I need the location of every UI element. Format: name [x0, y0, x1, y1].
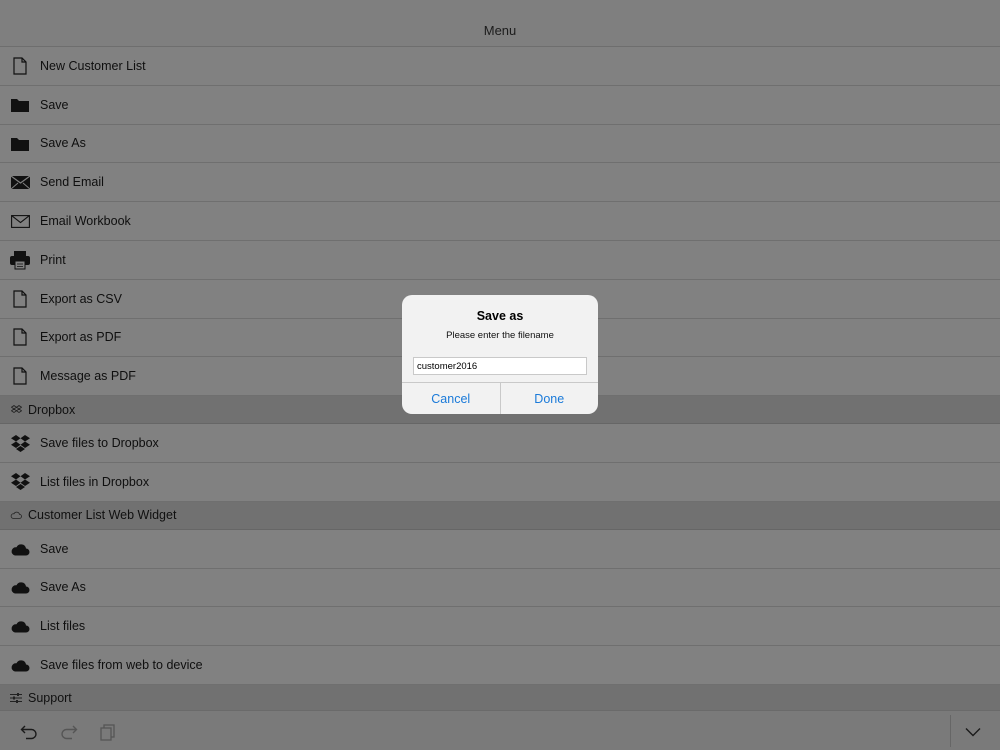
- menu-item-label: New Customer List: [40, 58, 146, 73]
- menu-item-label: Save As: [40, 136, 86, 151]
- menu-item-web-list-files[interactable]: List files: [0, 607, 1000, 647]
- menu-item-label: Print: [40, 252, 66, 267]
- menu-item-label: Save: [40, 97, 69, 112]
- chevron-down-icon[interactable]: [962, 721, 984, 743]
- menu-item-label: Message as PDF: [40, 369, 136, 384]
- menu-item-save-as[interactable]: Save As: [0, 124, 1000, 164]
- menu-item-label: Email Workbook: [40, 214, 131, 229]
- menu-item-email-workbook[interactable]: Email Workbook: [0, 202, 1000, 241]
- folder-icon: [10, 95, 30, 115]
- menu-item-send-email[interactable]: Send Email: [0, 163, 1000, 203]
- section-title: Dropbox: [28, 402, 76, 417]
- dropbox-icon: [10, 404, 22, 416]
- section-title: Support: [28, 691, 72, 706]
- menu-item-list-dropbox[interactable]: List files in Dropbox: [0, 462, 1000, 502]
- menu-item-label: Export as CSV: [40, 291, 122, 306]
- save-as-dialog: Save as Please enter the filename Cancel…: [402, 295, 598, 414]
- filename-input[interactable]: [413, 357, 587, 375]
- dropbox-icon: [10, 472, 30, 492]
- done-button[interactable]: Done: [499, 383, 599, 414]
- dialog-actions: Cancel Done: [402, 382, 598, 414]
- bottom-toolbar: [0, 710, 1000, 750]
- sliders-icon: [10, 692, 22, 704]
- cloud-icon: [10, 577, 30, 597]
- menu-item-web-save-to-device[interactable]: Save files from web to device: [0, 646, 1000, 685]
- menu-item-label: Save files from web to device: [40, 658, 203, 673]
- cloud-icon: [10, 539, 30, 559]
- menu-item-label: Export as PDF: [40, 330, 122, 345]
- menu-item-web-save[interactable]: Save: [0, 529, 1000, 569]
- redo-icon[interactable]: [58, 721, 80, 743]
- menu-item-label: Save files to Dropbox: [40, 436, 159, 451]
- document-icon: [10, 289, 30, 309]
- dialog-title: Save as: [476, 309, 524, 323]
- cloud-icon: [10, 616, 30, 636]
- menu-item-label: List files in Dropbox: [40, 474, 150, 489]
- cancel-button[interactable]: Cancel: [402, 383, 500, 414]
- menu-item-save[interactable]: Save: [0, 85, 1000, 125]
- page-title: Menu: [483, 22, 517, 38]
- section-title: Customer List Web Widget: [28, 508, 177, 523]
- menu-item-label: Save: [40, 541, 69, 556]
- section-header-web-widget: Customer List Web Widget: [0, 501, 1000, 530]
- navigation-header: Menu: [0, 0, 1000, 47]
- envelope-outline-icon: [10, 211, 30, 231]
- toolbar-divider: [950, 715, 951, 747]
- cloud-outline-icon: [10, 509, 22, 521]
- document-icon: [10, 327, 30, 347]
- dialog-message: Please enter the filename: [446, 330, 554, 341]
- envelope-filled-icon: [10, 172, 30, 192]
- menu-item-label: Send Email: [40, 175, 104, 190]
- copy-icon[interactable]: [97, 721, 119, 743]
- menu-item-new-customer-list[interactable]: New Customer List: [0, 47, 1000, 86]
- menu-item-label: Save As: [40, 580, 86, 595]
- folder-icon: [10, 133, 30, 153]
- section-header-support: Support: [0, 684, 1000, 713]
- menu-item-label: List files: [40, 619, 86, 634]
- menu-item-print[interactable]: Print: [0, 240, 1000, 280]
- undo-icon[interactable]: [18, 721, 40, 743]
- menu-item-save-to-dropbox[interactable]: Save files to Dropbox: [0, 424, 1000, 463]
- document-icon: [10, 56, 30, 76]
- document-icon: [10, 366, 30, 386]
- dropbox-icon: [10, 433, 30, 453]
- cloud-icon: [10, 655, 30, 675]
- menu-item-web-save-as[interactable]: Save As: [0, 568, 1000, 608]
- printer-icon: [10, 250, 30, 270]
